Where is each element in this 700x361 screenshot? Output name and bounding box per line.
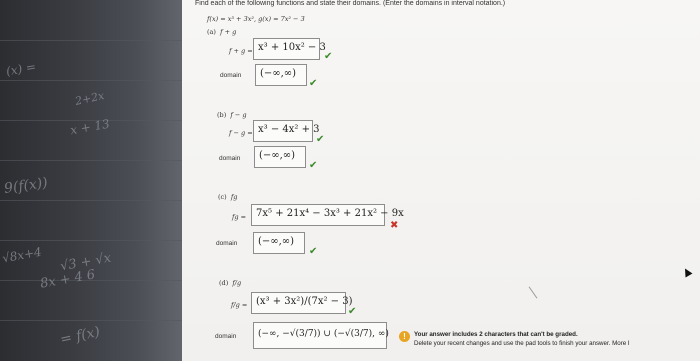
part-b-answer-check-icon: ✔ <box>316 134 325 145</box>
part-d-domain-label: domain <box>215 333 237 340</box>
warning-icon: ! <box>399 331 410 342</box>
notebook-scrawl: = f(x) <box>58 323 102 349</box>
part-b-domain-input[interactable]: (−∞,∞) <box>254 146 306 168</box>
part-d-answer-check-icon: ✔ <box>348 306 357 317</box>
part-d-label: (d) f/g <box>219 279 242 287</box>
part-a-domain-input[interactable]: (−∞,∞) <box>255 64 307 86</box>
notebook-scrawl: 2+2x <box>73 89 106 108</box>
warning-message: Your answer includes 2 characters that c… <box>414 330 630 348</box>
part-b-lhs: f − g = <box>229 129 253 137</box>
part-a-lhs: f + g = <box>229 47 253 55</box>
part-c-answer-cross-icon: ✖ <box>390 220 399 231</box>
notebook-scrawl: (x) = <box>5 59 37 79</box>
part-c-domain-check-icon: ✔ <box>309 246 318 257</box>
part-d-lhs: f/g = <box>231 301 248 309</box>
part-a-answer-check-icon: ✔ <box>324 51 333 62</box>
notebook-scrawl: 9(f(x)) <box>3 175 49 197</box>
part-b-answer-input[interactable]: x³ − 4x² + 3 <box>253 120 320 142</box>
part-c-domain-input[interactable]: (−∞,∞) <box>253 232 305 254</box>
part-c-answer-input[interactable]: 7x⁵ + 21x⁴ − 3x³ + 21x² − 9x <box>251 204 404 226</box>
part-c-domain-label: domain <box>216 240 238 247</box>
part-a-domain-check-icon: ✔ <box>309 78 318 89</box>
given-functions: f(x) = x³ + 3x², g(x) = 7x² − 3 <box>207 15 305 23</box>
notebook-rule <box>0 200 182 201</box>
warning-body: Delete your recent changes and use the p… <box>414 340 630 347</box>
notebook-rule <box>0 160 182 161</box>
notebook-scrawl: √8x+4 <box>1 244 43 266</box>
warning-title: Your answer includes 2 characters that c… <box>414 331 578 338</box>
part-b-label: (b) f − g <box>217 111 247 119</box>
notebook-rule <box>0 80 182 81</box>
part-d-answer-input[interactable]: (x³ + 3x²)/(7x² − 3) <box>251 292 352 314</box>
notebook-rule <box>0 240 182 241</box>
part-a-domain-label: domain <box>220 72 242 79</box>
notebook-background: 9(f(x)) x + 13 (x) = 2+2x √3 + √x 8x + 4… <box>0 0 182 361</box>
question-instructions: Find each of the following functions and… <box>195 0 506 7</box>
part-c-label: (c) fg <box>218 193 238 201</box>
part-d-domain-input[interactable]: (−∞, −√(3/7)) ∪ (−√(3/7), ∞) <box>253 322 389 349</box>
part-a-label: (a) f + g <box>207 28 237 36</box>
notebook-rule <box>0 40 182 41</box>
notebook-scrawl: 8x + 4 6 <box>39 267 97 292</box>
part-b-domain-label: domain <box>219 155 241 162</box>
part-a-answer-input[interactable]: x³ + 10x² − 3 <box>253 38 326 60</box>
part-c-lhs: fg = <box>232 213 247 221</box>
part-b-domain-check-icon: ✔ <box>309 160 318 171</box>
notebook-rule <box>0 320 182 321</box>
